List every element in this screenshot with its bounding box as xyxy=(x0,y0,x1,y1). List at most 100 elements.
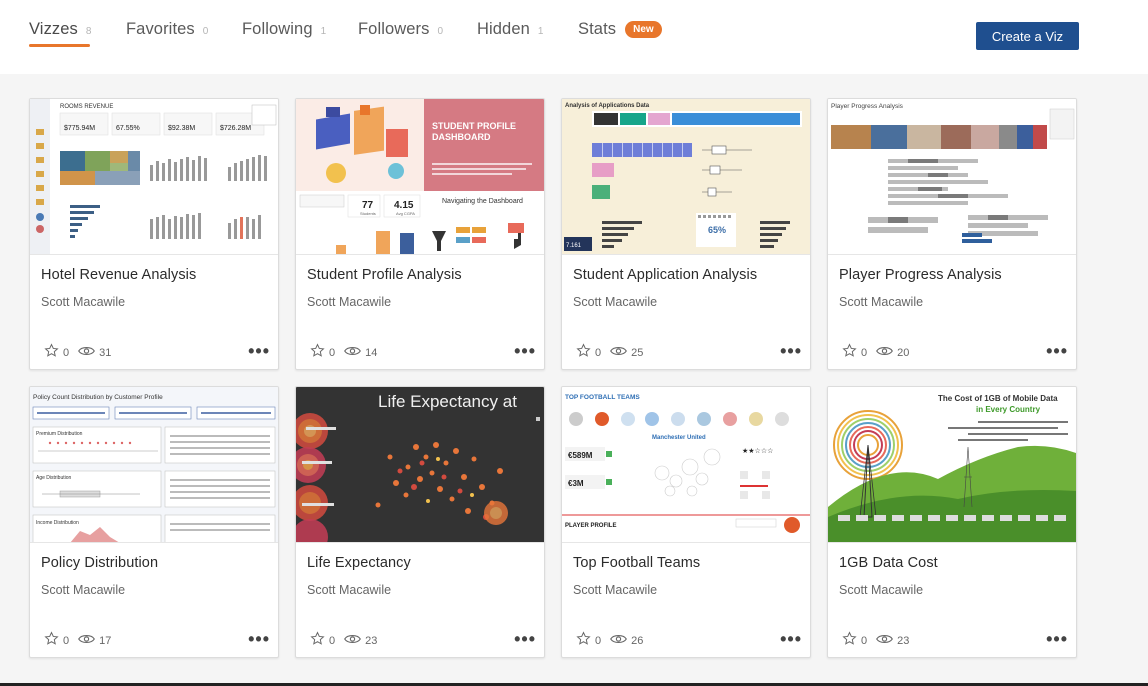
viz-thumbnail[interactable]: Analysis of Applications Data 65% 7.161 xyxy=(562,99,810,255)
star-icon[interactable] xyxy=(44,343,59,363)
viz-thumbnail[interactable]: Player Progress Analysis xyxy=(828,99,1076,255)
tab-count: 0 xyxy=(202,26,209,37)
create-viz-button[interactable]: Create a Viz xyxy=(976,22,1079,50)
viz-card[interactable]: ROOMS REVENUE $775.94M 67.55% $92.38M $7… xyxy=(29,98,279,370)
eye-icon xyxy=(78,344,96,362)
viz-title[interactable]: Top Football Teams xyxy=(573,555,700,571)
tab-count: 1 xyxy=(320,26,327,37)
svg-text:★★☆☆☆: ★★☆☆☆ xyxy=(742,447,773,455)
more-options-button[interactable]: ••• xyxy=(1046,630,1068,648)
viz-title[interactable]: Life Expectancy xyxy=(307,555,411,571)
thumb-heading: Player Progress Analysis xyxy=(831,103,904,110)
more-options-button[interactable]: ••• xyxy=(248,342,270,360)
star-icon[interactable] xyxy=(310,343,325,363)
star-icon[interactable] xyxy=(842,343,857,363)
viz-thumbnail[interactable]: ROOMS REVENUE $775.94M 67.55% $92.38M $7… xyxy=(30,99,278,255)
more-options-button[interactable]: ••• xyxy=(514,342,536,360)
view-count: 14 xyxy=(365,347,378,359)
thumb-heading: ROOMS REVENUE xyxy=(60,104,113,110)
viz-thumbnail[interactable]: The Cost of 1GB of Mobile Data in Every … xyxy=(828,387,1076,543)
viz-title[interactable]: Student Profile Analysis xyxy=(307,267,462,283)
viz-card-footer: 0 14 ••• xyxy=(310,342,536,363)
more-options-button[interactable]: ••• xyxy=(780,630,802,648)
tab-hidden[interactable]: Hidden 1 xyxy=(477,20,543,46)
tab-favorites[interactable]: Favorites 0 xyxy=(126,20,208,46)
viz-card-footer: 0 26 ••• xyxy=(576,630,802,651)
tab-count: 8 xyxy=(85,26,92,37)
viz-card[interactable]: Analysis of Applications Data 65% 7.161 … xyxy=(561,98,811,370)
viz-title[interactable]: Player Progress Analysis xyxy=(839,267,1002,283)
tab-following[interactable]: Following 1 xyxy=(242,20,326,46)
viz-card[interactable]: The Cost of 1GB of Mobile Data in Every … xyxy=(827,386,1077,658)
tab-count: 0 xyxy=(437,26,444,37)
thumb-subheading: in Every Country xyxy=(976,405,1041,414)
thumb-profile: PLAYER PROFILE xyxy=(565,523,616,529)
viz-card-footer: 0 31 ••• xyxy=(44,342,270,363)
eye-icon xyxy=(344,344,362,362)
eye-icon xyxy=(610,344,628,362)
view-count: 23 xyxy=(897,635,910,647)
thumb-heading: The Cost of 1GB of Mobile Data xyxy=(938,394,1058,403)
viz-title[interactable]: Hotel Revenue Analysis xyxy=(41,267,196,283)
viz-author[interactable]: Scott Macawile xyxy=(839,583,923,597)
tab-label: Vizzes xyxy=(29,20,78,38)
tab-label: Hidden xyxy=(477,20,530,38)
eye-icon xyxy=(610,632,628,650)
star-icon[interactable] xyxy=(44,631,59,651)
viz-author[interactable]: Scott Macawile xyxy=(41,583,125,597)
thumb-kpi: $92.38M xyxy=(168,125,195,132)
tab-count: 1 xyxy=(537,26,544,37)
view-count: 25 xyxy=(631,347,644,359)
tab-label: Stats xyxy=(578,20,617,38)
viz-thumbnail[interactable]: Life Expectancy at xyxy=(296,387,544,543)
thumb-kpi-label: Students xyxy=(360,211,376,216)
viz-title[interactable]: 1GB Data Cost xyxy=(839,555,938,571)
viz-card[interactable]: Player Progress Analysis Player Progress… xyxy=(827,98,1077,370)
eye-icon xyxy=(876,344,894,362)
favorite-count: 0 xyxy=(63,347,70,359)
viz-thumbnail[interactable]: Policy Count Distribution by Customer Pr… xyxy=(30,387,278,543)
star-icon[interactable] xyxy=(576,631,591,651)
favorite-count: 0 xyxy=(329,635,336,647)
favorite-count: 0 xyxy=(861,347,868,359)
more-options-button[interactable]: ••• xyxy=(780,342,802,360)
viz-author[interactable]: Scott Macawile xyxy=(307,295,391,309)
thumb-section: Premium Distribution xyxy=(36,431,83,437)
star-icon[interactable] xyxy=(576,343,591,363)
more-options-button[interactable]: ••• xyxy=(1046,342,1068,360)
favorite-count: 0 xyxy=(329,347,336,359)
star-icon[interactable] xyxy=(310,631,325,651)
viz-title[interactable]: Student Application Analysis xyxy=(573,267,757,283)
viz-card[interactable]: TOP FOOTBALL TEAMS Manchester United €58… xyxy=(561,386,811,658)
thumb-pct: 65% xyxy=(708,225,726,235)
viz-card[interactable]: Life Expectancy at Life Expectancy Scott… xyxy=(295,386,545,658)
viz-author[interactable]: Scott Macawile xyxy=(573,583,657,597)
viz-card-footer: 0 20 ••• xyxy=(842,342,1068,363)
tab-stats[interactable]: Stats New xyxy=(578,20,662,46)
favorite-count: 0 xyxy=(861,635,868,647)
viz-card-footer: 0 17 ••• xyxy=(44,630,270,651)
thumb-kpi: $775.94M xyxy=(64,125,95,132)
viz-card-footer: 0 25 ••• xyxy=(576,342,802,363)
viz-author[interactable]: Scott Macawile xyxy=(573,295,657,309)
thumb-kpi: €3M xyxy=(568,479,584,488)
thumb-kpi: 7.161 xyxy=(566,243,582,249)
star-icon[interactable] xyxy=(842,631,857,651)
view-count: 23 xyxy=(365,635,378,647)
more-options-button[interactable]: ••• xyxy=(248,630,270,648)
viz-card-footer: 0 23 ••• xyxy=(310,630,536,651)
viz-thumbnail[interactable]: STUDENT PROFILE DASHBOARD 77 4.15 Studen… xyxy=(296,99,544,255)
viz-card[interactable]: STUDENT PROFILE DASHBOARD 77 4.15 Studen… xyxy=(295,98,545,370)
thumb-kpi: 4.15 xyxy=(394,200,414,211)
more-options-button[interactable]: ••• xyxy=(514,630,536,648)
viz-author[interactable]: Scott Macawile xyxy=(839,295,923,309)
eye-icon xyxy=(78,632,96,650)
viz-title[interactable]: Policy Distribution xyxy=(41,555,158,571)
viz-thumbnail[interactable]: TOP FOOTBALL TEAMS Manchester United €58… xyxy=(562,387,810,543)
viz-author[interactable]: Scott Macawile xyxy=(307,583,391,597)
thumb-kpi: 67.55% xyxy=(116,125,140,132)
viz-author[interactable]: Scott Macawile xyxy=(41,295,125,309)
tab-followers[interactable]: Followers 0 xyxy=(358,20,443,46)
tab-vizzes[interactable]: Vizzes 8 xyxy=(29,20,92,47)
viz-card[interactable]: Policy Count Distribution by Customer Pr… xyxy=(29,386,279,658)
